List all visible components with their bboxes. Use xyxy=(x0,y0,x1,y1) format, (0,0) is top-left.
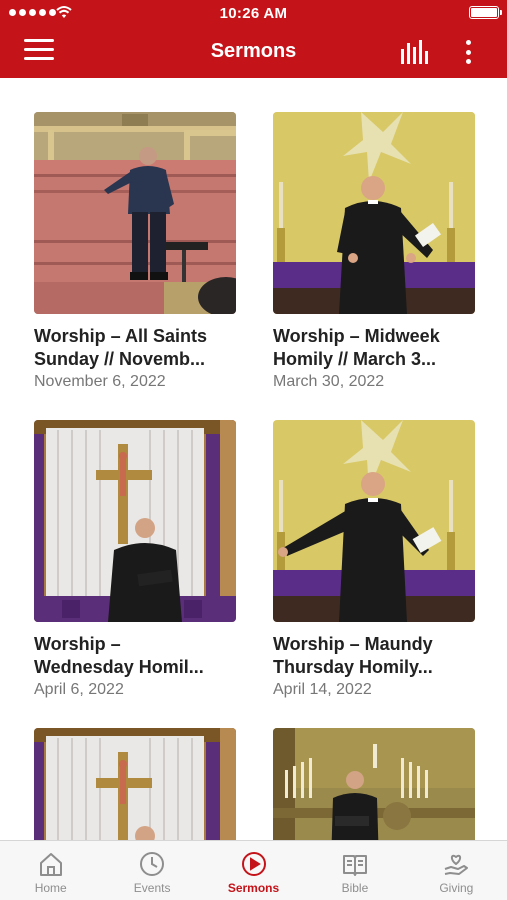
sermon-card[interactable] xyxy=(273,728,475,840)
sermon-thumbnail-image xyxy=(34,728,236,840)
sermon-title-line2: Thursday Homily... xyxy=(273,657,433,677)
sermon-thumbnail[interactable] xyxy=(273,420,475,622)
sermon-thumbnail-image xyxy=(34,420,236,622)
heart-hand-icon xyxy=(445,854,469,875)
sermon-thumbnail-image xyxy=(273,112,475,314)
sermon-date: April 14, 2022 xyxy=(273,681,372,698)
sermon-date: March 30, 2022 xyxy=(273,373,385,390)
sermon-title: Worship – Midweek xyxy=(273,326,440,346)
sermon-card[interactable]: Worship – Maundy Thursday Homily... Apri… xyxy=(273,420,475,700)
status-bar: 10:26 AM xyxy=(0,0,507,26)
sermon-date: April 6, 2022 xyxy=(34,681,124,698)
tab-sermons[interactable]: Sermons xyxy=(203,841,304,900)
book-icon xyxy=(342,855,367,876)
navigation-bar: Sermons xyxy=(0,26,507,78)
play-circle-icon xyxy=(241,852,266,876)
sermon-title: Worship – xyxy=(34,634,121,654)
tab-label: Events xyxy=(133,881,171,895)
sermon-card[interactable] xyxy=(34,728,236,840)
sermon-thumbnail-image xyxy=(34,112,236,314)
audio-bars-icon[interactable] xyxy=(400,40,430,64)
more-options-button[interactable] xyxy=(460,38,476,66)
sermon-title-line2: Sunday // Novemb... xyxy=(34,349,206,369)
sermon-grid: Worship – All Saints Sunday // Novemb...… xyxy=(0,78,507,840)
page-title: Sermons xyxy=(210,40,297,62)
tab-bible[interactable]: Bible xyxy=(304,841,405,900)
sermon-card[interactable]: Worship – Midweek Homily // March 3... M… xyxy=(273,112,475,392)
tab-home[interactable]: Home xyxy=(0,841,101,900)
tab-label: Sermons xyxy=(227,881,280,895)
sermon-thumbnail[interactable] xyxy=(34,112,236,314)
sermon-thumbnail[interactable] xyxy=(34,420,236,622)
sermon-title-line2: Homily // March 3... xyxy=(273,349,437,369)
sermon-card[interactable]: Worship – All Saints Sunday // Novemb...… xyxy=(34,112,236,392)
sermon-title: Worship – All Saints xyxy=(34,326,208,346)
tab-label: Home xyxy=(34,881,67,895)
sermon-thumbnail[interactable] xyxy=(273,728,475,840)
clock-icon xyxy=(140,852,165,876)
sermon-title: Worship – Maundy xyxy=(273,634,433,654)
tab-giving[interactable]: Giving xyxy=(406,841,507,900)
top-bar: 10:26 AM Sermons xyxy=(0,0,507,78)
tab-label: Giving xyxy=(439,881,474,895)
tab-label: Bible xyxy=(341,881,369,895)
status-time: 10:26 AM xyxy=(219,5,288,22)
sermon-thumbnail[interactable] xyxy=(273,112,475,314)
sermon-card[interactable]: Worship – Wednesday Homil... April 6, 20… xyxy=(34,420,236,700)
sermon-title-line2: Wednesday Homil... xyxy=(34,657,204,677)
home-icon xyxy=(39,853,62,876)
sermon-date: November 6, 2022 xyxy=(34,373,166,390)
tab-bar: Home Events Sermons Bible Giving xyxy=(0,840,507,900)
sermon-thumbnail[interactable] xyxy=(34,728,236,840)
sermon-thumbnail-image xyxy=(273,728,475,840)
tab-events[interactable]: Events xyxy=(101,841,202,900)
battery-icon xyxy=(469,6,502,19)
sermon-thumbnail-image xyxy=(273,420,475,622)
